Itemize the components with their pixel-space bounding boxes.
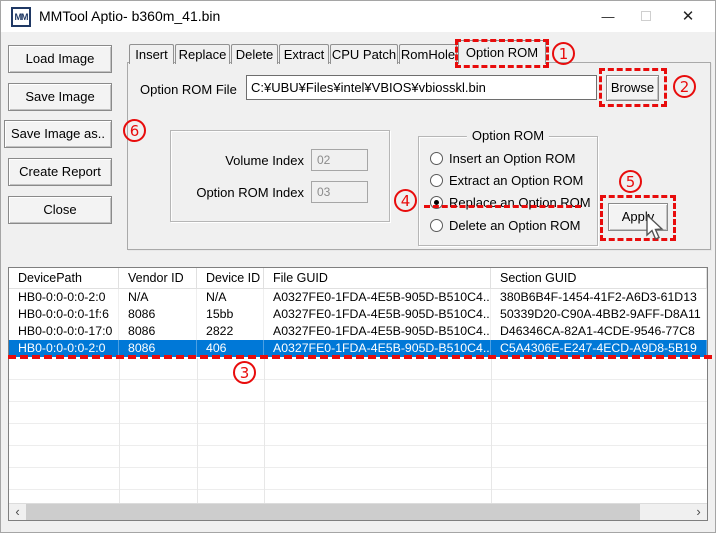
radio-icon (430, 152, 443, 165)
option-rom-groupbox: Option ROM Insert an Option ROM Extract … (418, 136, 598, 246)
tab-extract[interactable]: Extract (279, 44, 329, 64)
close-button[interactable]: ✕ (673, 1, 703, 32)
tab-delete[interactable]: Delete (231, 44, 278, 64)
load-image-button[interactable]: Load Image (8, 45, 112, 73)
option-rom-table: DevicePath Vendor ID Device ID File GUID… (8, 267, 708, 521)
app-window: MM MMTool Aptio- b360m_41.bin — ✕ Load I… (0, 0, 716, 533)
annotation-1: 1 (552, 42, 575, 65)
tab-cpu-patch[interactable]: CPU Patch (330, 44, 398, 64)
col-vendor-id[interactable]: Vendor ID (119, 268, 197, 288)
annotation-3: 3 (233, 361, 256, 384)
close-app-button[interactable]: Close (8, 196, 112, 224)
col-device-id[interactable]: Device ID (197, 268, 264, 288)
option-rom-file-label: Option ROM File (140, 82, 237, 97)
oprom-index-field: 03 (311, 181, 368, 203)
table-row-selected[interactable]: HB0-0:0-0:0-2:08086 406A0327FE0-1FDA-4E5… (9, 340, 707, 357)
save-image-as-button[interactable]: Save Image as.. (4, 120, 112, 148)
option-rom-file-input[interactable] (246, 75, 597, 100)
table-row[interactable]: HB0-0:0-0:0-2:0N/A N/AA0327FE0-1FDA-4E5B… (9, 289, 707, 306)
radio-icon (430, 196, 443, 209)
radio-icon (430, 174, 443, 187)
browse-button[interactable]: Browse (606, 75, 659, 101)
radio-insert-option-rom[interactable]: Insert an Option ROM (430, 150, 575, 166)
annotation-2: 2 (673, 75, 696, 98)
option-rom-group-title: Option ROM (467, 128, 549, 143)
col-section-guid[interactable]: Section GUID (491, 268, 707, 288)
index-groupbox: Volume Index 02 Option ROM Index 03 (170, 130, 390, 222)
window-title: MMTool Aptio- b360m_41.bin (39, 1, 220, 32)
table-row[interactable]: HB0-0:0-0:0-1f:68086 15bbA0327FE0-1FDA-4… (9, 306, 707, 323)
tab-replace[interactable]: Replace (175, 44, 230, 64)
volume-index-label: Volume Index (179, 153, 304, 168)
radio-replace-option-rom[interactable]: Replace an Option ROM (430, 194, 591, 210)
table-empty-area (9, 358, 707, 503)
scrollbar-thumb[interactable] (26, 504, 640, 520)
table-header: DevicePath Vendor ID Device ID File GUID… (9, 268, 707, 289)
annotation-6: 6 (123, 119, 146, 142)
mouse-cursor-icon (644, 213, 666, 243)
annotation-5: 5 (619, 170, 642, 193)
create-report-button[interactable]: Create Report (8, 158, 112, 186)
oprom-index-label: Option ROM Index (179, 185, 304, 200)
radio-extract-option-rom[interactable]: Extract an Option ROM (430, 172, 583, 188)
horizontal-scrollbar[interactable]: ‹ › (9, 503, 707, 520)
scroll-right-icon[interactable]: › (690, 504, 707, 520)
radio-delete-option-rom[interactable]: Delete an Option ROM (430, 217, 581, 233)
annotation-4: 4 (394, 189, 417, 212)
app-icon: MM (11, 7, 31, 27)
scroll-left-icon[interactable]: ‹ (9, 504, 26, 520)
tab-strip: Insert Replace Delete Extract CPU Patch … (129, 40, 547, 64)
tab-insert[interactable]: Insert (129, 44, 174, 64)
titlebar: MM MMTool Aptio- b360m_41.bin — ✕ (1, 1, 715, 32)
maximize-icon (641, 11, 651, 21)
tab-option-rom[interactable]: Option ROM (458, 40, 546, 64)
table-row[interactable]: HB0-0:0-0:0-17:08086 2822A0327FE0-1FDA-4… (9, 323, 707, 340)
col-file-guid[interactable]: File GUID (264, 268, 491, 288)
col-devicepath[interactable]: DevicePath (9, 268, 119, 288)
tab-romhole[interactable]: RomHole (399, 44, 457, 64)
volume-index-field: 02 (311, 149, 368, 171)
maximize-button (631, 1, 661, 32)
minimize-button[interactable]: — (593, 1, 623, 32)
radio-icon (430, 219, 443, 232)
save-image-button[interactable]: Save Image (8, 83, 112, 111)
